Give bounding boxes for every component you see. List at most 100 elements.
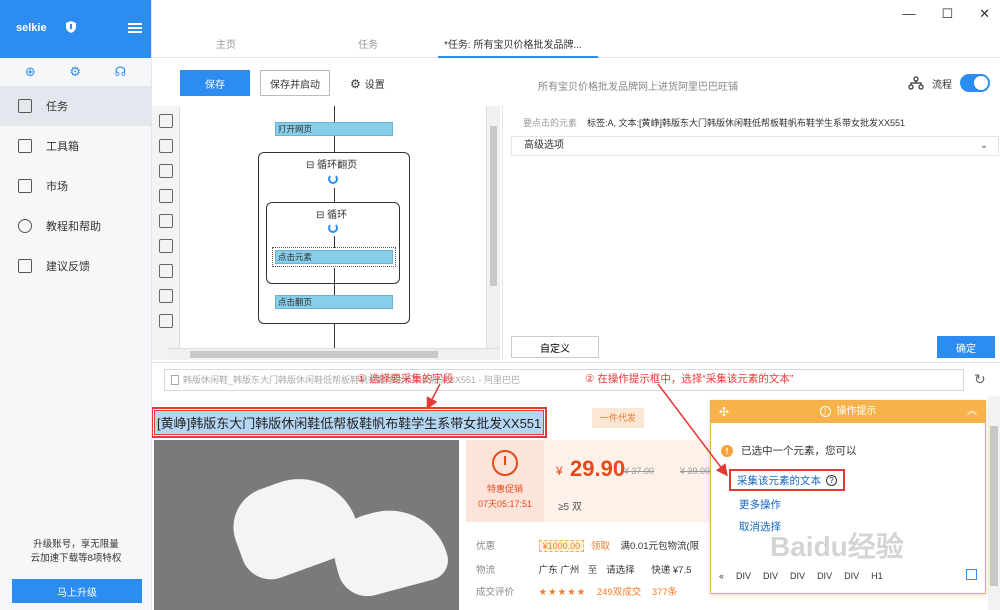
loop-pages-label: 循环翻页 (317, 160, 358, 171)
coupon-badge: ¥1000.00 (538, 540, 585, 552)
toolbar: 保存 保存并启动 ⚙ 设置 所有宝贝价格批发品牌网上进货阿里巴巴旺铺 流程 (152, 60, 1000, 106)
sidebar-item-tasks[interactable]: 任务 (0, 86, 151, 126)
settings-button[interactable]: ⚙ 设置 (350, 76, 385, 92)
extract-tool-icon[interactable] (158, 164, 173, 178)
chat-icon (18, 259, 32, 273)
collapse-icon[interactable]: ⊟ (306, 160, 314, 171)
collect-element-text-option[interactable]: 采集该元素的文本 ? (729, 469, 845, 491)
hint-header: ✣ ! 操作提示 ︽ (711, 401, 985, 423)
product-title[interactable]: [黄峥]韩版东大门韩版休闲鞋低帮板鞋帆布鞋学生系带女批发XX551 (152, 407, 548, 438)
upgrade-line-2: 云加速下载等8项特权 (30, 553, 122, 564)
path-node[interactable]: DIV (817, 571, 832, 581)
hint-title: 操作提示 (836, 406, 877, 417)
headset-icon[interactable]: ☊ (115, 64, 127, 80)
recognize-tool-icon[interactable] (158, 214, 173, 228)
add-circle-icon[interactable]: ⊕ (25, 64, 36, 80)
review-count[interactable]: 377条 (652, 587, 677, 598)
rating-stars: ★★★★★ (538, 587, 587, 598)
region-select[interactable]: 请选择 (606, 565, 635, 576)
collapse-up-icon[interactable]: ︽ (967, 401, 977, 423)
upgrade-button[interactable]: 马上升级 (12, 579, 142, 603)
input-tool-icon[interactable] (158, 189, 173, 203)
currency-symbol: ¥ (556, 464, 563, 478)
url-text: 韩版休闲鞋_韩版东大门韩版休闲鞋低帮板鞋帆布鞋学生系带女批发XX551 - 阿里… (183, 375, 521, 385)
chevron-down-icon: ⌄ (979, 140, 988, 151)
collapse-icon[interactable]: ⊟ (316, 210, 324, 221)
tab-current-task[interactable]: *任务: 所有宝贝价格批发品牌... (444, 36, 582, 51)
sidebar-item-feedback[interactable]: 建议反馈 (0, 246, 151, 286)
coupon-claim-link[interactable]: 领取 (591, 541, 610, 552)
flow-vertical-scrollbar[interactable] (486, 106, 500, 348)
active-tab-indicator (438, 56, 598, 58)
refresh-icon[interactable]: ↻ (974, 371, 986, 388)
flow-tool-palette (152, 106, 180, 360)
collect-text-label: 采集该元素的文本 (737, 474, 821, 487)
shield-icon[interactable] (66, 21, 76, 33)
tab-tasks[interactable]: 任务 (358, 36, 378, 51)
sidebar-item-label: 建议反馈 (46, 261, 90, 273)
sidebar-item-toolbox[interactable]: 工具箱 (0, 126, 151, 166)
save-and-start-button[interactable]: 保存并启动 (260, 70, 330, 96)
flow-horizontal-scrollbar[interactable] (168, 348, 500, 360)
url-field[interactable]: 韩版休闲鞋_韩版东大门韩版休闲鞋低帮板鞋帆布鞋学生系带女批发XX551 - 阿里… (164, 369, 964, 391)
path-back[interactable]: « (719, 571, 724, 581)
branch-tool-icon[interactable] (158, 289, 173, 303)
click-tool-icon[interactable] (158, 139, 173, 153)
loop-pages-title: ⊟ 循环翻页 (306, 156, 357, 171)
old-price-1: ¥ 37.00 (624, 466, 655, 476)
close-icon[interactable]: ✕ (979, 6, 990, 22)
path-node[interactable]: DIV (844, 571, 859, 581)
save-button[interactable]: 保存 (180, 70, 250, 96)
sidebar: selkie ⊕ ⚙ ☊ 任务 工具箱 市场 教程和帮助 建议反馈 升级账号，享… (0, 0, 152, 610)
sidebar-item-help[interactable]: 教程和帮助 (0, 206, 151, 246)
promo-label: 特惠促销 (486, 484, 523, 494)
path-node[interactable]: DIV (736, 571, 751, 581)
gear-icon[interactable]: ⚙ (69, 64, 81, 80)
benefit-text: 满0.01元包物流(限 (620, 541, 700, 552)
help-icon[interactable]: ? (826, 474, 837, 486)
path-node[interactable]: H1 (871, 571, 883, 581)
question-icon (18, 219, 32, 233)
flow-node-click-next-page[interactable]: 点击翻页 (275, 295, 393, 309)
web-vertical-scrollbar[interactable] (988, 396, 1000, 610)
tab-home[interactable]: 主页 (216, 36, 236, 51)
open-page-tool-icon[interactable] (158, 114, 173, 128)
brand-name: selkie (16, 22, 47, 34)
flow-node-open-page[interactable]: 打开网页 (275, 122, 393, 136)
hamburger-menu-icon[interactable] (128, 23, 142, 33)
upgrade-text: 升级账号，享无限量 云加速下载等8项特权 (0, 538, 152, 566)
product-image[interactable] (154, 440, 459, 610)
deal-count[interactable]: 249双成交 (597, 587, 641, 598)
custom-button[interactable]: 自定义 (511, 336, 599, 358)
path-node[interactable]: DIV (790, 571, 805, 581)
path-node[interactable]: DIV (763, 571, 778, 581)
list-tool-icon[interactable] (158, 239, 173, 253)
flow-canvas[interactable]: 打开网页 ⊟ 循环翻页 ⊟ 循环 点击元素 点击翻页 (180, 106, 486, 348)
promo-countdown: 07天05:17:51 (477, 499, 533, 509)
sidebar-item-label: 工具箱 (46, 141, 79, 153)
logistics-to: 至 (587, 565, 598, 576)
flow-toggle-switch[interactable] (960, 74, 990, 92)
logistics-row: 物流 广东 广州 至 请选择 快递 ¥7.5 (476, 562, 691, 576)
loop-tool-icon[interactable] (158, 264, 173, 278)
external-link-icon[interactable] (966, 569, 977, 580)
benefit-row: 优惠 ¥1000.00 领取 满0.01元包物流(限 (476, 538, 699, 552)
sidebar-item-market[interactable]: 市场 (0, 166, 151, 206)
sidebar-header: selkie (0, 0, 151, 58)
dropship-badge: 一件代发 (592, 408, 644, 428)
maximize-icon[interactable]: ☐ (941, 6, 953, 22)
cursor-tool-icon[interactable] (158, 314, 173, 328)
move-icon[interactable]: ✣ (719, 401, 729, 423)
task-title: 所有宝贝价格批发品牌网上进货阿里巴巴旺铺 (538, 82, 738, 93)
more-actions-link[interactable]: 更多操作 (739, 497, 781, 512)
advanced-options-dropdown[interactable]: 高级选项 ⌄ (511, 136, 999, 156)
min-order-quantity: ≥5 双 (558, 502, 582, 513)
rating-label: 成交评价 (476, 587, 515, 598)
sidebar-item-label: 任务 (46, 101, 68, 113)
ok-button[interactable]: 确定 (937, 336, 995, 358)
express-fee: 快递 ¥7.5 (651, 565, 692, 576)
alarm-clock-icon (492, 450, 518, 476)
flow-node-click-element[interactable]: 点击元素 (275, 250, 393, 264)
minimize-icon[interactable]: — (902, 6, 915, 22)
sidebar-item-label: 市场 (46, 181, 68, 193)
